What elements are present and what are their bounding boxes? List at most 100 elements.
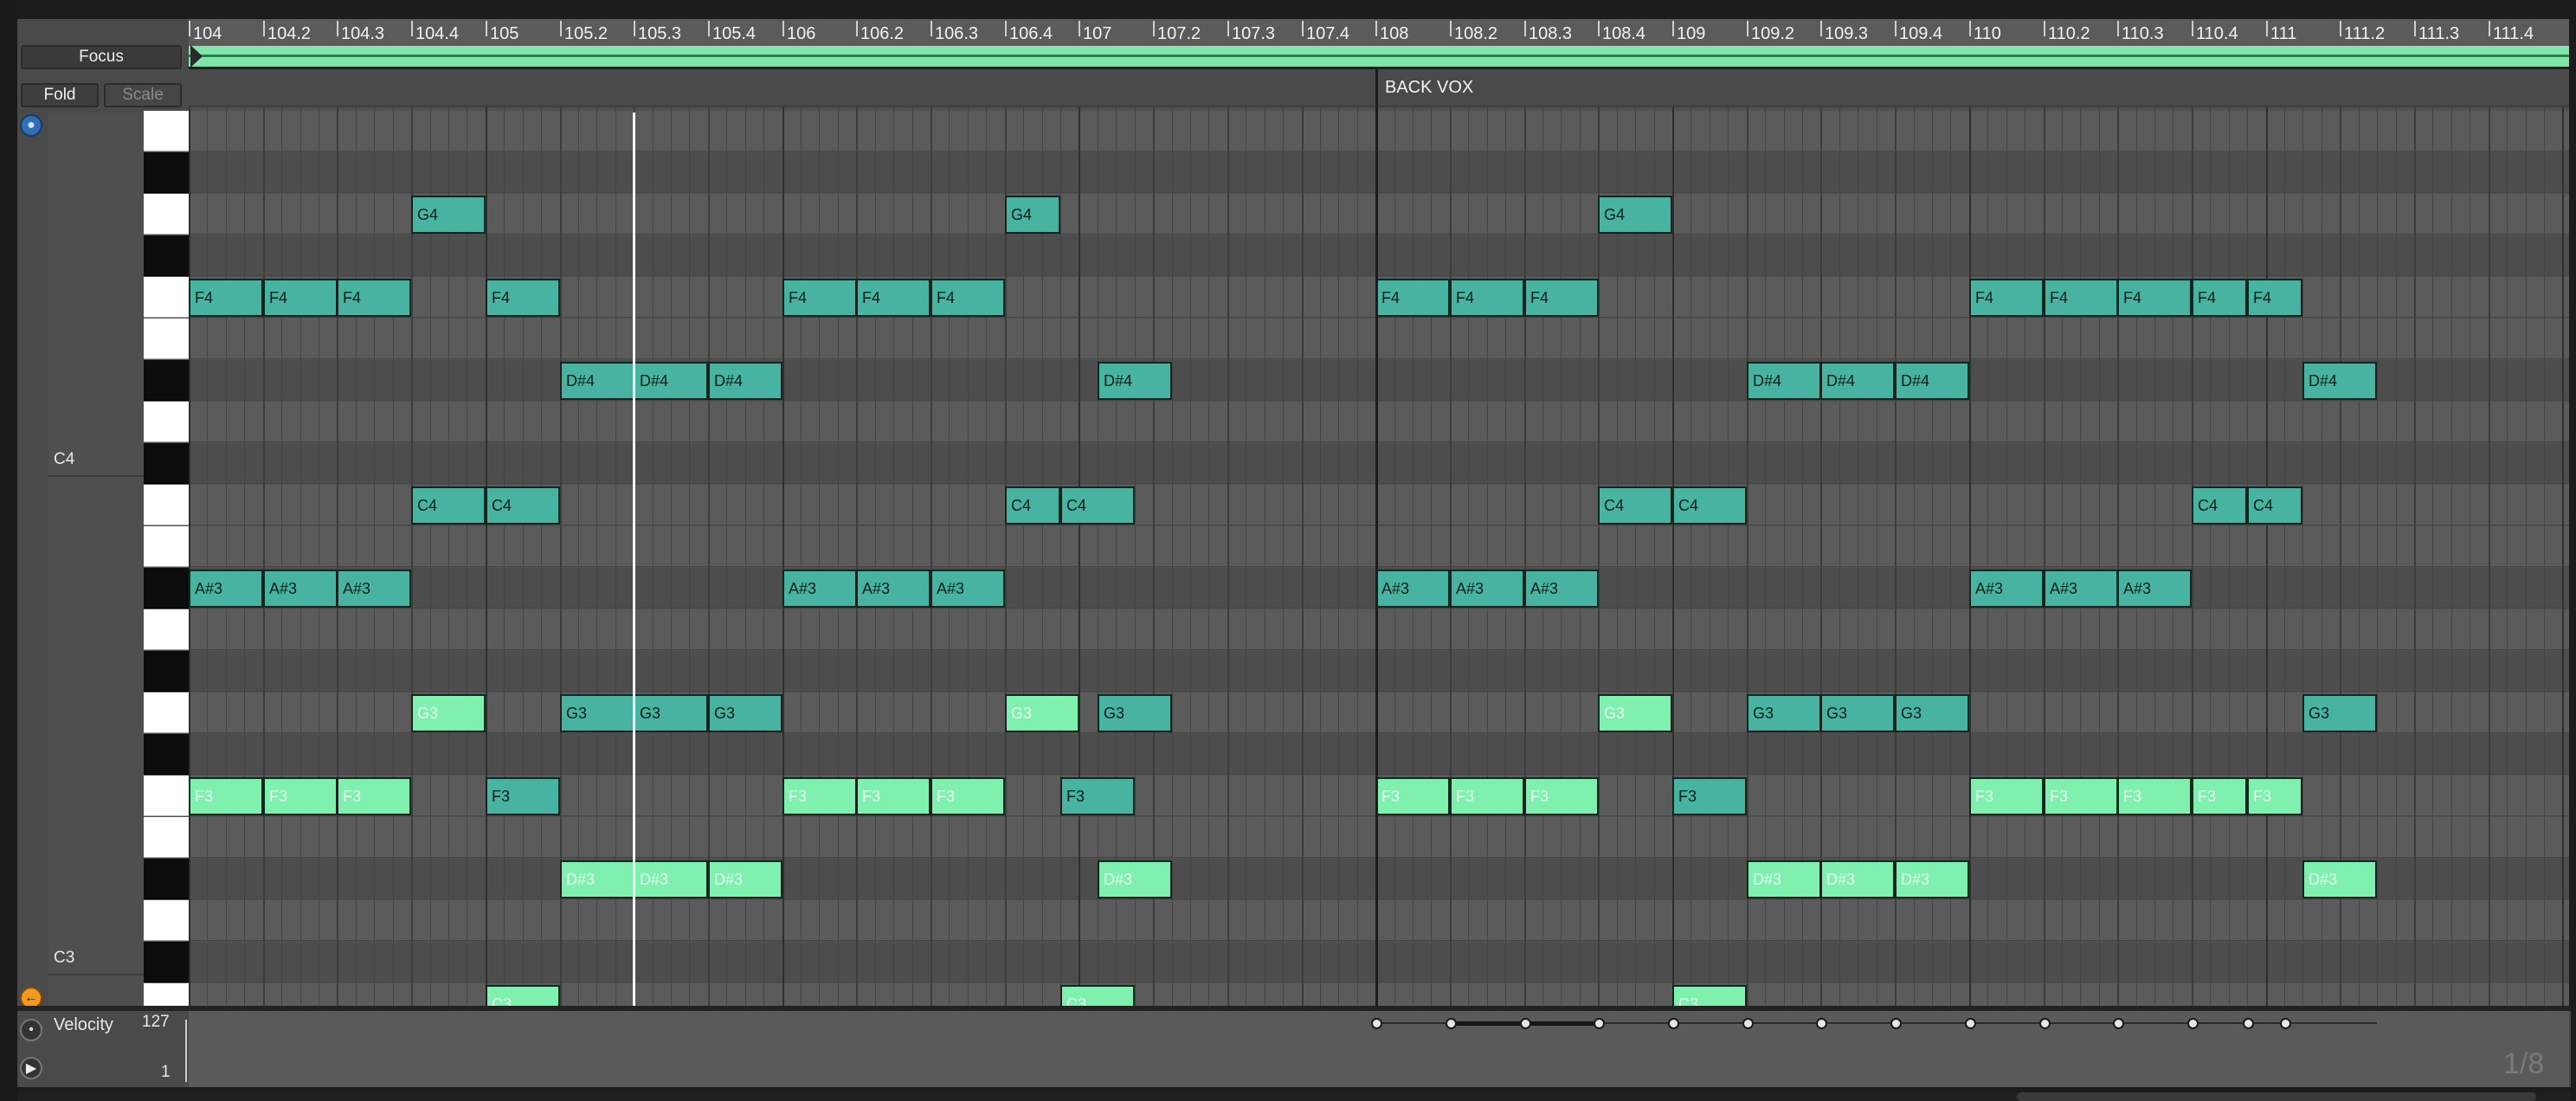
midi-note[interactable]: A#3 [2044,570,2118,608]
midi-note[interactable]: C4 [1598,486,1672,525]
midi-note[interactable]: A#3 [1375,570,1450,608]
midi-note[interactable]: G3 [1005,694,1079,732]
midi-note[interactable]: F4 [856,279,931,317]
velocity-marker[interactable] [1890,1018,1902,1029]
midi-note[interactable]: F4 [1450,279,1524,317]
piano-key-g4[interactable] [144,194,189,235]
midi-note[interactable]: G4 [1005,196,1060,234]
midi-note[interactable]: F3 [931,777,1005,815]
piano-key-d4[interactable] [144,402,189,442]
velocity-marker[interactable] [2039,1018,2051,1029]
midi-note[interactable]: C4 [1672,486,1747,525]
midi-note[interactable]: D#3 [634,860,708,898]
piano-key-g3[interactable] [144,692,189,733]
midi-note[interactable]: F3 [1524,777,1599,815]
midi-note[interactable]: C3 [1672,985,1747,1006]
midi-note[interactable]: G3 [708,694,782,732]
midi-note[interactable]: F3 [1375,777,1450,815]
velocity-marker[interactable] [1816,1018,1827,1029]
velocity-marker[interactable] [2243,1018,2254,1029]
preview-icon[interactable]: ● [20,114,42,137]
midi-note[interactable]: C4 [486,486,560,525]
midi-note[interactable]: D#4 [708,362,782,400]
note-grid[interactable]: G4 G4 G4 F4 F4 F4 F4 F4 F4 F4 F4 F4 F4 F4 F4 F4 F4 F4 D#4 D… [189,107,2569,1006]
midi-note[interactable]: A#3 [931,570,1005,608]
midi-note[interactable]: F3 [486,777,560,815]
midi-note[interactable]: F4 [1375,279,1450,317]
midi-note[interactable]: F4 [2044,279,2118,317]
midi-note[interactable]: D#4 [2302,362,2377,400]
fold-button[interactable]: Fold [21,83,99,107]
velocity-marker[interactable] [2113,1018,2124,1029]
midi-note[interactable]: F4 [782,279,857,317]
piano-key-b3[interactable] [144,526,189,567]
midi-note[interactable]: F3 [1450,777,1524,815]
midi-note[interactable]: A#3 [782,570,857,608]
midi-note[interactable]: D#3 [1098,860,1172,898]
midi-note[interactable]: D#4 [1820,362,1895,400]
midi-note[interactable]: C4 [411,486,486,525]
midi-note[interactable]: G3 [1895,694,1969,732]
midi-note[interactable]: C4 [2247,486,2302,525]
velocity-marker[interactable] [2280,1018,2291,1029]
velocity-marker[interactable] [1742,1018,1754,1029]
piano-key-a-sharp3[interactable] [144,568,189,608]
midi-note[interactable]: A#3 [337,570,411,608]
midi-note[interactable]: F4 [486,279,560,317]
midi-note[interactable]: F3 [1969,777,2044,815]
midi-note[interactable]: C3 [1060,985,1135,1006]
midi-note[interactable]: G3 [1820,694,1895,732]
midi-note[interactable]: G3 [1598,694,1672,732]
piano-key-e4[interactable] [144,319,189,359]
midi-note[interactable]: D#4 [1747,362,1821,400]
scroll-thumb[interactable] [2017,1092,2536,1101]
midi-note[interactable]: F3 [856,777,931,815]
midi-note[interactable]: F4 [1524,279,1599,317]
midi-note[interactable]: F4 [2192,279,2247,317]
piano-key-d3[interactable] [144,900,189,941]
piano-key-g-sharp4[interactable] [144,152,189,193]
velocity-marker[interactable] [1965,1018,1976,1029]
midi-note[interactable]: F3 [189,777,263,815]
piano-key-f-sharp4[interactable] [144,235,189,276]
midi-note[interactable]: D#3 [1895,860,1969,898]
midi-note[interactable]: G3 [1098,694,1172,732]
play-icon[interactable]: ▶ [20,1057,42,1079]
midi-note[interactable]: F4 [931,279,1005,317]
piano-key-d-sharp3[interactable] [144,859,189,899]
midi-note[interactable]: G4 [1598,196,1672,234]
midi-note[interactable]: G4 [411,196,486,234]
midi-note[interactable]: F4 [1969,279,2044,317]
midi-note[interactable]: D#4 [560,362,634,400]
midi-note[interactable]: A#3 [1524,570,1599,608]
midi-note[interactable]: G3 [634,694,708,732]
midi-note[interactable]: D#4 [1895,362,1969,400]
midi-note[interactable]: G3 [2302,694,2377,732]
midi-note[interactable]: F3 [1672,777,1747,815]
midi-note[interactable]: F4 [2247,279,2302,317]
midi-note[interactable]: F4 [263,279,338,317]
midi-note[interactable]: C3 [486,985,560,1006]
velocity-marker[interactable] [2187,1018,2199,1029]
midi-note[interactable]: D#4 [634,362,708,400]
midi-note[interactable]: F3 [337,777,411,815]
piano-key-c-sharp3[interactable] [144,942,189,982]
piano-key-a4[interactable] [144,111,189,151]
piano-key-d-sharp4[interactable] [144,360,189,401]
midi-note[interactable]: F3 [1060,777,1135,815]
midi-note[interactable]: F4 [337,279,411,317]
midi-note[interactable]: F4 [2117,279,2192,317]
piano-key-e3[interactable] [144,817,189,858]
velocity-toggle-icon[interactable]: • [20,1019,42,1041]
beat-ruler[interactable]: 104 104.2 104.3 104.4 105 105.2 105.3 105.4 106 1… [189,19,2569,46]
piano-key-f3[interactable] [144,776,189,816]
midi-note[interactable]: A#3 [189,570,263,608]
velocity-marker[interactable] [1446,1018,1457,1029]
midi-note[interactable]: A#3 [2117,570,2192,608]
piano-key-a3[interactable] [144,609,189,650]
velocity-marker[interactable] [1371,1018,1382,1029]
midi-note[interactable]: F3 [2247,777,2302,815]
midi-note[interactable]: A#3 [1969,570,2044,608]
velocity-marker[interactable] [1668,1018,1679,1029]
midi-note[interactable]: G3 [560,694,634,732]
